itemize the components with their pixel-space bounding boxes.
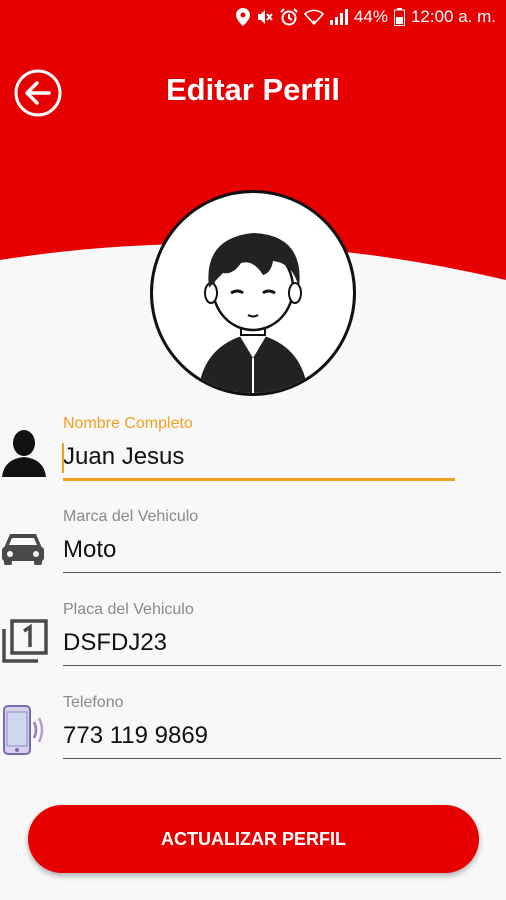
car-icon [0,524,50,576]
phone-label: Telefono [63,694,124,711]
phone-icon [0,704,50,756]
vehicle-plate-input[interactable] [63,629,493,657]
vehicle-brand-label: Marca del Vehiculo [63,508,199,525]
text-cursor [62,443,64,473]
status-bar: 44% 12:00 a. m. [0,0,506,34]
alarm-icon [280,8,298,26]
full-name-input[interactable] [63,443,493,471]
vehicle-plate-underline [63,665,501,666]
full-name-field[interactable]: Nombre Completo [0,415,506,505]
signal-icon [329,9,348,25]
vehicle-plate-field[interactable]: Placa del Vehiculo [0,601,506,691]
avatar[interactable] [150,190,356,396]
vehicle-brand-underline [63,572,501,573]
phone-field[interactable]: Telefono [0,694,506,784]
plate-number-icon [0,619,50,671]
phone-underline [63,758,501,759]
battery-icon [393,8,405,26]
wifi-icon [303,9,324,25]
vehicle-brand-field[interactable]: Marca del Vehiculo [0,508,506,598]
location-icon [235,8,250,26]
status-time: 12:00 a. m. [410,7,496,26]
full-name-underline [63,478,455,481]
user-avatar-icon [198,233,308,393]
vehicle-plate-label: Placa del Vehiculo [63,601,194,618]
mute-icon [256,8,274,26]
page-title: Editar Perfil [166,72,340,107]
full-name-label: Nombre Completo [63,415,193,432]
battery-percent: 44% [353,7,388,26]
phone-input[interactable] [63,722,493,750]
update-profile-button[interactable]: ACTUALIZAR PERFIL [28,805,479,873]
person-icon [0,427,50,479]
vehicle-brand-input[interactable] [63,536,493,564]
